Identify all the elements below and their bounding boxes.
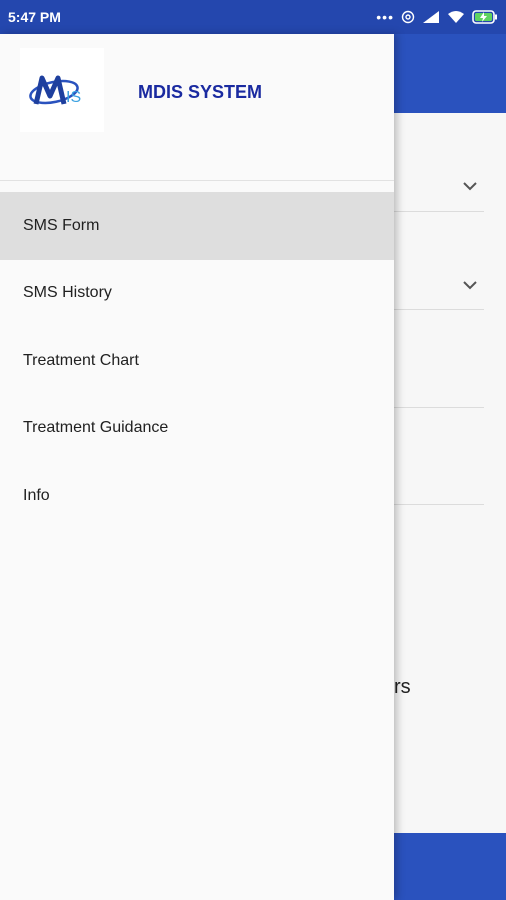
status-bar: 5:47 PM ••• <box>0 0 506 34</box>
drawer-item-label: Treatment Guidance <box>23 419 169 437</box>
drawer-item-treatment-guidance[interactable]: Treatment Guidance <box>0 395 394 463</box>
background-row <box>394 504 484 505</box>
app-logo: IS <box>20 48 104 132</box>
signal-icon <box>423 11 439 23</box>
drawer-item-label: Info <box>23 486 50 504</box>
background-partial-text: rs <box>394 676 411 698</box>
background-row <box>394 309 484 310</box>
navigation-drawer: IS MDIS SYSTEM SMS Form SMS History Trea… <box>0 34 394 900</box>
drawer-header: IS MDIS SYSTEM <box>0 34 394 181</box>
drawer-item-label: SMS Form <box>23 216 100 234</box>
drawer-item-info[interactable]: Info <box>0 462 394 530</box>
app-name: MDIS SYSTEM <box>138 82 263 102</box>
battery-charging-icon <box>472 10 497 24</box>
background-row <box>394 407 484 408</box>
drawer-item-sms-form[interactable]: SMS Form <box>0 192 394 260</box>
drawer-item-label: Treatment Chart <box>23 351 139 369</box>
status-icons: ••• <box>376 9 498 25</box>
mdis-logo-icon: IS <box>29 75 81 106</box>
chevron-down-icon[interactable] <box>462 181 478 191</box>
drawer-item-label: SMS History <box>23 284 112 302</box>
svg-text:IS: IS <box>66 89 81 106</box>
chevron-down-icon[interactable] <box>462 280 478 290</box>
background-row <box>394 211 484 212</box>
drawer-item-sms-history[interactable]: SMS History <box>0 260 394 328</box>
drawer-menu: SMS Form SMS History Treatment Chart Tre… <box>0 192 394 530</box>
status-time: 5:47 PM <box>8 9 61 25</box>
hotspot-icon <box>401 10 415 24</box>
drawer-item-treatment-chart[interactable]: Treatment Chart <box>0 327 394 395</box>
wifi-icon <box>448 11 464 23</box>
more-dots-icon: ••• <box>376 9 394 25</box>
